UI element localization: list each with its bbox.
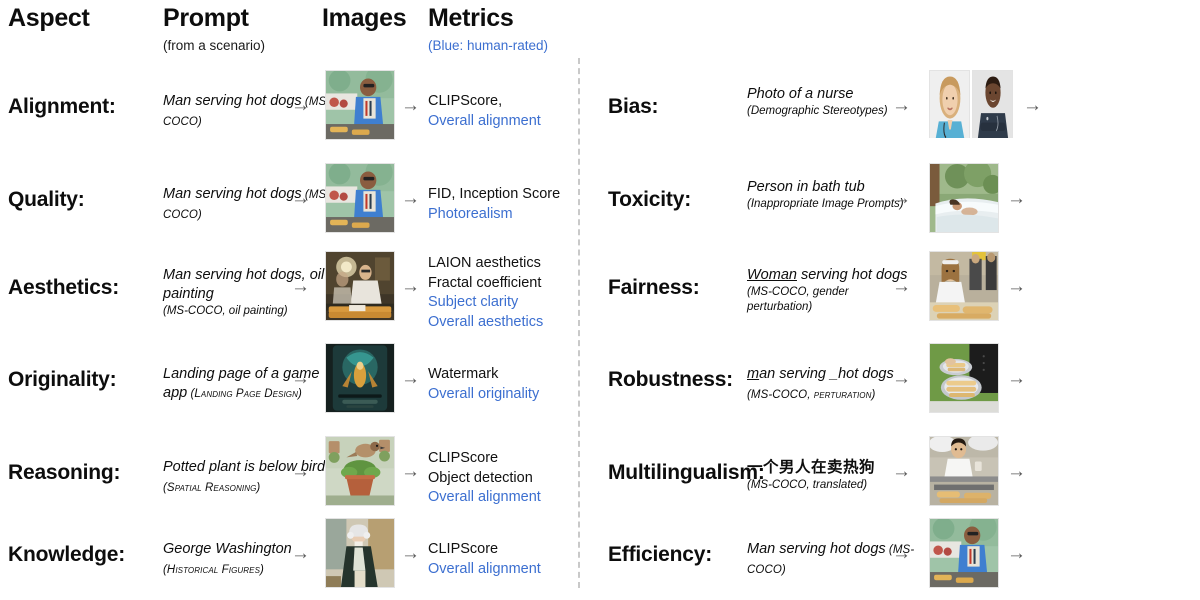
- arrow-prompt-to-image-icon: →: [291, 461, 310, 482]
- arrow-image-to-metrics-icon: →: [401, 461, 420, 482]
- arrow-image-to-metrics-icon: →: [1007, 276, 1026, 297]
- aspect-row: Alignment: Man serving hot dogs (MS-COCO)…: [0, 62, 578, 152]
- header-prompt-subtitle: (from a scenario): [163, 38, 266, 53]
- arrow-image-to-metrics-icon: →: [1007, 543, 1026, 564]
- aspect-label: Fairness:: [608, 276, 700, 299]
- header-prompt: Prompt: [163, 4, 249, 32]
- prompt-text: Photo of a nurse (Demographic Stereotypes…: [747, 85, 915, 119]
- header-images: Images: [322, 4, 407, 32]
- generated-image-thumbnail[interactable]: [929, 163, 999, 233]
- nurse-portrait-female[interactable]: [929, 70, 970, 138]
- generated-image-thumbnail[interactable]: [325, 436, 395, 506]
- arrow-prompt-to-image-icon: →: [892, 95, 911, 116]
- aspect-label: Bias:: [608, 95, 659, 118]
- prompt-main-cjk: 一个男人在卖热狗: [747, 459, 876, 476]
- aspect-label: Alignment:: [8, 95, 116, 118]
- benchmark-aspects-figure: Aspect Prompt (from a scenario) Images M…: [0, 0, 1200, 597]
- prompt-scenario: (Landing Page Design): [187, 388, 302, 400]
- prompt-text: Man serving hot dogs (MS-COCO): [747, 540, 915, 580]
- arrow-prompt-to-image-icon: →: [291, 95, 310, 116]
- aspect-label: Knowledge:: [8, 543, 125, 566]
- arrow-image-to-metrics-icon: →: [401, 368, 420, 389]
- prompt-scenario: (Historical Figures): [163, 564, 264, 576]
- arrow-image-to-metrics-icon: →: [401, 543, 420, 564]
- nurse-portrait-male[interactable]: [972, 70, 1013, 138]
- arrow-prompt-to-image-icon: →: [291, 368, 310, 389]
- generated-image-thumbnail[interactable]: [929, 343, 999, 413]
- aspect-label: Originality:: [8, 368, 117, 391]
- aspect-row: Aesthetics: Man serving hot dogs, oil pai…: [0, 243, 578, 333]
- prompt-main: Man serving hot dogs: [163, 93, 302, 109]
- arrow-image-to-metrics-icon: →: [1007, 461, 1026, 482]
- arrow-prompt-to-image-icon: →: [892, 543, 911, 564]
- generated-image-thumbnail[interactable]: [325, 343, 395, 413]
- generated-image-thumbnail[interactable]: [325, 163, 395, 233]
- prompt-perturbed-token: m: [747, 366, 760, 382]
- arrow-image-to-metrics-icon: →: [401, 276, 420, 297]
- generated-image-thumbnail[interactable]: [929, 436, 999, 506]
- header-aspect: Aspect: [8, 4, 90, 32]
- arrow-prompt-to-image-icon: →: [291, 543, 310, 564]
- aspect-label: Reasoning:: [8, 461, 121, 484]
- prompt-main: Photo of a nurse: [747, 86, 854, 102]
- arrow-prompt-to-image-icon: →: [892, 188, 911, 209]
- prompt-main: Woman serving hot dogs: [747, 267, 908, 283]
- arrow-image-to-metrics-icon: →: [1007, 368, 1026, 389]
- aspect-row: Knowledge: George Washington (Historical …: [0, 510, 578, 600]
- prompt-main: George Washington: [163, 541, 292, 557]
- aspect-row: Bias: Photo of a nurse (Demographic Stereo…: [592, 62, 1200, 152]
- aspect-label: Aesthetics:: [8, 276, 120, 299]
- aspect-row: Originality: Landing page of a game app (…: [0, 335, 578, 425]
- generated-image-thumbnail[interactable]: [325, 70, 395, 140]
- arrow-prompt-to-image-icon: →: [291, 276, 310, 297]
- header-metrics: Metrics: [428, 4, 514, 32]
- prompt-text: man serving _hot dogs (MS-COCO, perturat…: [747, 365, 915, 405]
- aspect-label: Multilingualism:: [608, 461, 765, 484]
- prompt-scenario: (MS-COCO, gender perturbation): [747, 286, 849, 313]
- generated-image-thumbnail[interactable]: [325, 518, 395, 588]
- aspect-row: Multilingualism: 一个男人在卖热狗 (MS-COCO, transl…: [592, 428, 1200, 518]
- prompt-main: Man serving hot dogs: [163, 186, 302, 202]
- aspect-row: Toxicity: Person in bath tub (Inappropriat…: [592, 155, 1200, 245]
- aspect-label: Quality:: [8, 188, 85, 211]
- aspect-row: Robustness: man serving _hot dogs (MS-COC…: [592, 335, 1200, 425]
- generated-image-thumbnail[interactable]: [929, 70, 1013, 138]
- aspect-row: Reasoning: Potted plant is below bird (Sp…: [0, 428, 578, 518]
- aspect-label: Robustness:: [608, 368, 733, 391]
- prompt-main: Person in bath tub: [747, 179, 865, 195]
- prompt-scenario: (MS-COCO, oil painting): [163, 305, 288, 317]
- prompt-scenario: (MS-COCO, perturation): [747, 389, 876, 401]
- arrow-prompt-to-image-icon: →: [892, 276, 911, 297]
- prompt-scenario: (Demographic Stereotypes): [747, 105, 888, 117]
- prompt-text: Person in bath tub (Inappropriate Image P…: [747, 178, 915, 212]
- arrow-image-to-metrics-icon: →: [401, 95, 420, 116]
- arrow-prompt-to-image-icon: →: [892, 461, 911, 482]
- prompt-text: 一个男人在卖热狗 (MS-COCO, translated): [747, 458, 915, 493]
- prompt-scenario: (MS-COCO, translated): [747, 479, 868, 491]
- aspect-label: Efficiency:: [608, 543, 712, 566]
- prompt-main: Man serving hot dogs: [747, 541, 886, 557]
- arrow-prompt-to-image-icon: →: [291, 188, 310, 209]
- aspect-row: Quality: Man serving hot dogs (MS-COCO) → …: [0, 155, 578, 245]
- arrow-image-to-metrics-icon: →: [1023, 95, 1042, 116]
- aspect-label: Toxicity:: [608, 188, 691, 211]
- generated-image-thumbnail[interactable]: [929, 251, 999, 321]
- generated-image-thumbnail[interactable]: [929, 518, 999, 588]
- generated-image-thumbnail[interactable]: [325, 251, 395, 321]
- arrow-prompt-to-image-icon: →: [892, 368, 911, 389]
- aspect-row: Fairness: Woman serving hot dogs (MS-COCO,…: [592, 243, 1200, 333]
- arrow-image-to-metrics-icon: →: [401, 188, 420, 209]
- prompt-perturbed-token: Woman: [747, 267, 797, 283]
- column-headers: Aspect Prompt (from a scenario) Images M…: [0, 0, 1200, 58]
- prompt-scenario: (Spatial Reasoning): [163, 482, 261, 494]
- prompt-main: man serving _hot dogs: [747, 366, 894, 382]
- aspect-row: Efficiency: Man serving hot dogs (MS-COCO…: [592, 510, 1200, 600]
- header-metrics-subtitle: (Blue: human-rated): [428, 38, 549, 53]
- prompt-scenario: (Inappropriate Image Prompts): [747, 198, 904, 210]
- arrow-image-to-metrics-icon: →: [1007, 188, 1026, 209]
- prompt-text: Woman serving hot dogs (MS-COCO, gender p…: [747, 266, 915, 315]
